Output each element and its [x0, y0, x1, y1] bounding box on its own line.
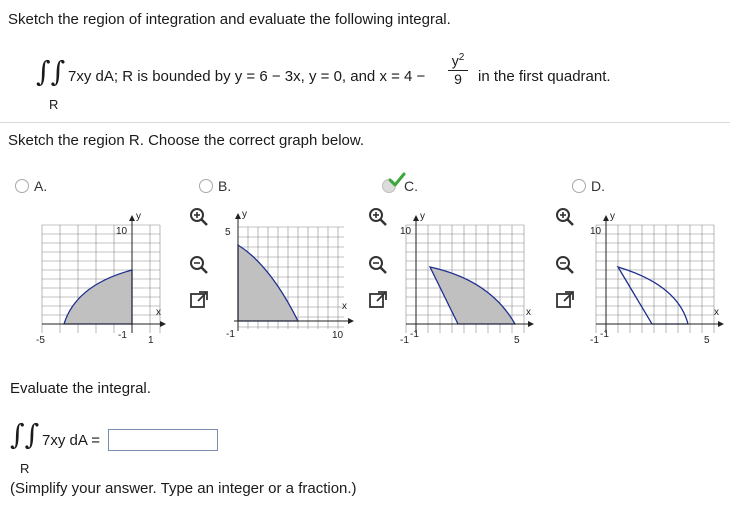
graph-a-tick-top: 10: [116, 226, 128, 237]
option-b-radio[interactable]: [199, 179, 213, 193]
answer-input[interactable]: [108, 429, 218, 451]
graph-a-axis-y: y: [136, 211, 141, 222]
zoom-out-icon[interactable]: [555, 255, 575, 275]
expand-icon[interactable]: [189, 290, 209, 310]
integrand-text: 7xy dA; R is bounded by y = 6 − 3x, y = …: [68, 68, 426, 85]
zoom-in-icon[interactable]: [368, 207, 388, 227]
fraction-numerator: y: [451, 52, 459, 69]
instruction-text: Sketch the region of integration and eva…: [8, 11, 451, 28]
expand-icon[interactable]: [555, 290, 575, 310]
evaluate-region-subscript: R: [20, 461, 30, 476]
double-integral-sign-2: ∫∫: [10, 418, 40, 451]
graph-d-grid: [595, 224, 715, 333]
graph-d-tick-bottom: -1: [600, 329, 609, 340]
graph-c: 10 -1 5 -1 x y: [400, 211, 534, 345]
option-d-radio[interactable]: [572, 179, 586, 193]
suffix-text: in the first quadrant.: [478, 68, 611, 85]
graph-b-tick-bottom: -1: [226, 329, 235, 340]
graph-b-axis-x: x: [342, 301, 347, 312]
graph-a-tick-left: -5: [36, 335, 45, 345]
fraction: y2 9: [448, 50, 468, 87]
graph-a-axis-x: x: [156, 307, 161, 318]
graph-c-tick-top: 10: [400, 226, 412, 237]
option-b-label[interactable]: B.: [218, 178, 231, 194]
graph-d-region: [616, 265, 689, 325]
evaluate-integrand: 7xy dA =: [42, 432, 100, 449]
zoom-out-icon[interactable]: [189, 255, 209, 275]
sketch-prompt: Sketch the region R. Choose the correct …: [8, 132, 365, 149]
graph-d-tick-right: 5: [704, 335, 710, 345]
graph-b-tick-right: 10: [332, 330, 344, 341]
graph-b-axis-y: y: [242, 209, 247, 220]
graph-d-tick-left: -1: [590, 335, 599, 345]
graph-c-tick-bottom: -1: [410, 329, 419, 340]
graph-c-axis-x: x: [526, 307, 531, 318]
region-subscript: R: [49, 97, 59, 112]
evaluate-prompt: Evaluate the integral.: [10, 380, 151, 397]
graph-d-axis-y: y: [610, 211, 615, 222]
graph-d-tick-top: 10: [590, 226, 602, 237]
graph-c-axis-y: y: [420, 211, 425, 222]
graph-a-tick-bottom: -1: [118, 330, 127, 341]
graph-c-region: [428, 266, 517, 325]
graph-c-tick-left: -1: [400, 335, 409, 345]
graph-b-tick-top: 5: [225, 227, 231, 238]
option-c-label[interactable]: C.: [404, 178, 418, 194]
option-a-radio[interactable]: [15, 179, 29, 193]
zoom-out-icon[interactable]: [368, 255, 388, 275]
zoom-in-icon[interactable]: [189, 207, 209, 227]
divider: [0, 122, 730, 123]
option-d-label[interactable]: D.: [591, 178, 605, 194]
graph-d-axis-x: x: [714, 307, 719, 318]
graph-c-tick-right: 5: [514, 335, 520, 345]
graph-a: 10 -5 1 -1 x y: [36, 211, 166, 345]
fraction-denominator: 9: [448, 69, 468, 87]
hint-text: (Simplify your answer. Type an integer o…: [10, 480, 357, 497]
graph-a-tick-right: 1: [148, 335, 154, 345]
zoom-in-icon[interactable]: [555, 207, 575, 227]
graph-b: 5 10 -1 x y: [225, 209, 354, 341]
double-integral-sign: ∫∫: [36, 55, 66, 88]
fraction-exponent: 2: [458, 52, 465, 63]
option-a-label[interactable]: A.: [34, 178, 47, 194]
expand-icon[interactable]: [368, 290, 388, 310]
graph-d: 10 -1 5 -1 x y: [590, 211, 724, 345]
